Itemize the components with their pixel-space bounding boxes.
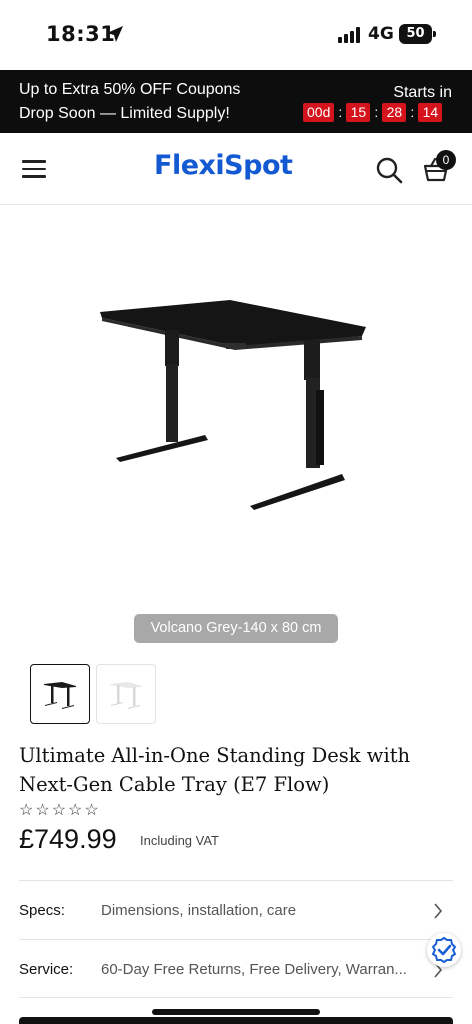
location-arrow-icon	[107, 26, 123, 42]
specs-value: Dimensions, installation, care	[101, 902, 297, 919]
status-time: 18:31	[46, 22, 116, 46]
signal-bars-icon	[338, 27, 360, 43]
product-price: £749.99	[19, 824, 117, 854]
home-indicator	[152, 1009, 320, 1015]
countdown-separator: :	[410, 104, 415, 120]
vat-note: Including VAT	[140, 833, 220, 848]
product-image[interactable]	[80, 270, 400, 530]
battery-indicator: 50	[399, 24, 436, 44]
specs-label: Specs:	[19, 902, 65, 919]
rating-stars[interactable]: ☆☆☆☆☆	[19, 800, 101, 820]
thumbnail-black-desk[interactable]	[30, 664, 90, 724]
hamburger-menu-icon[interactable]	[22, 160, 46, 178]
chevron-right-icon	[434, 903, 443, 919]
divider	[19, 997, 453, 998]
service-value: 60-Day Free Returns, Free Delivery, Warr…	[101, 961, 407, 978]
service-label: Service:	[19, 961, 74, 978]
network-label: 4G	[368, 24, 394, 44]
thumbnail-strip	[30, 664, 156, 724]
desk-thumbnail-icon	[110, 682, 142, 709]
variant-label: Volcano Grey-140 x 80 cm	[134, 614, 338, 643]
countdown-hours: 15	[346, 102, 371, 122]
countdown-separator: :	[338, 104, 343, 120]
promo-headline: Up to Extra 50% OFF Coupons	[19, 81, 241, 98]
countdown-seconds: 14	[418, 102, 443, 122]
countdown-timer: 00d : 15 : 28 : 14	[303, 102, 443, 122]
promo-banner[interactable]: Up to Extra 50% OFF Coupons Drop Soon — …	[0, 70, 472, 133]
sticky-action-bar[interactable]	[19, 1017, 453, 1024]
site-header: FlexiSpot	[0, 133, 472, 205]
countdown-separator: :	[374, 104, 379, 120]
promo-starts-label: Starts in	[393, 84, 452, 101]
promo-subline: Drop Soon — Limited Supply!	[19, 105, 230, 122]
verified-shield-icon[interactable]	[427, 933, 461, 967]
desk-thumbnail-icon	[44, 682, 76, 709]
countdown-days: 00d	[303, 102, 335, 122]
brand-logo[interactable]: FlexiSpot	[154, 150, 293, 181]
cart-count-badge[interactable]: 0	[436, 150, 456, 170]
specs-row[interactable]: Specs: Dimensions, installation, care	[19, 880, 453, 938]
status-bar: 18:31 4G 50	[0, 0, 472, 70]
product-title: Ultimate All-in-One Standing Desk with N…	[19, 744, 411, 796]
thumbnail-white-desk[interactable]	[96, 664, 156, 724]
search-icon[interactable]	[375, 156, 403, 184]
countdown-minutes: 28	[382, 102, 407, 122]
service-row[interactable]: Service: 60-Day Free Returns, Free Deliv…	[19, 939, 453, 997]
